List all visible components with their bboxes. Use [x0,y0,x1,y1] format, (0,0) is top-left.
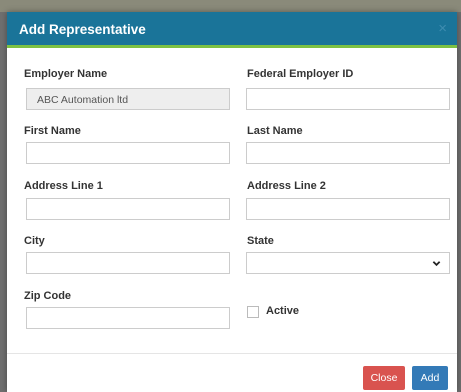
active-label: Active [266,305,300,317]
active-checkbox[interactable] [247,306,259,318]
employer-name-label: Employer Name [24,68,108,80]
city-label: City [24,235,45,247]
first-name-field[interactable] [26,142,230,164]
footer-divider [7,353,457,354]
dialog-header: Add Representative × [7,12,457,48]
page-backdrop [0,0,461,12]
add-button[interactable]: Add [412,366,448,390]
last-name-field[interactable] [246,142,450,164]
chevron-down-icon [432,261,441,267]
address-line-1-label: Address Line 1 [24,180,103,192]
state-select[interactable] [246,252,450,274]
first-name-label: First Name [24,125,81,137]
federal-employer-id-label: Federal Employer ID [247,68,354,80]
zip-code-label: Zip Code [24,290,72,302]
address-line-2-label: Address Line 2 [247,180,326,192]
last-name-label: Last Name [247,125,303,137]
zip-code-field[interactable] [26,307,230,329]
city-field[interactable] [26,252,230,274]
state-label: State [247,235,274,247]
add-representative-dialog: Add Representative × Employer Name ABC A… [7,12,457,392]
address-line-1-field[interactable] [26,198,230,220]
address-line-2-field[interactable] [246,198,450,220]
dialog-title: Add Representative [19,22,146,37]
employer-name-field: ABC Automation ltd [26,88,230,110]
close-icon[interactable]: × [438,21,447,36]
federal-employer-id-field[interactable] [246,88,450,110]
close-button[interactable]: Close [363,366,405,390]
